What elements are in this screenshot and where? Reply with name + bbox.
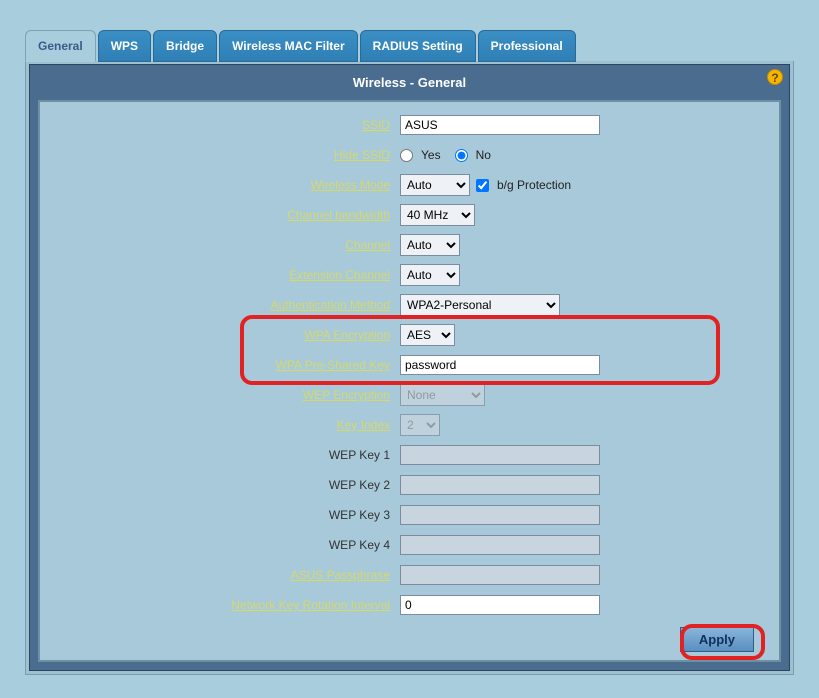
wep-encryption-select: None	[400, 384, 485, 406]
row-wpa-encryption: WPA Encryption AES	[50, 320, 769, 350]
row-hide-ssid: Hide SSID Yes No	[50, 140, 769, 170]
row-wep-key-1: WEP Key 1	[50, 440, 769, 470]
row-ssid: SSID	[50, 110, 769, 140]
auth-method-select[interactable]: WPA2-Personal	[400, 294, 560, 316]
extension-channel-select[interactable]: Auto	[400, 264, 460, 286]
label-wpa-psk: WPA Pre-Shared Key	[50, 358, 400, 372]
panel-inner: ? Wireless - General SSID Hide SSID Yes …	[29, 64, 790, 671]
label-hide-ssid: Hide SSID	[50, 148, 400, 162]
label-wireless-mode: Wireless Mode	[50, 178, 400, 192]
label-key-index: Key Index	[50, 418, 400, 432]
tab-mac-filter[interactable]: Wireless MAC Filter	[219, 30, 358, 62]
tab-general[interactable]: General	[25, 30, 96, 62]
bg-protection-checkbox[interactable]	[476, 179, 489, 192]
label-wep-key-4: WEP Key 4	[50, 538, 400, 552]
panel-title: Wireless - General	[30, 65, 789, 100]
label-wep-key-2: WEP Key 2	[50, 478, 400, 492]
row-wep-key-2: WEP Key 2	[50, 470, 769, 500]
hide-ssid-yes-label: Yes	[421, 148, 441, 162]
form-area: SSID Hide SSID Yes No Wireless Mode	[38, 100, 781, 662]
label-channel-bandwidth: Channel bandwidth	[50, 208, 400, 222]
hide-ssid-yes-radio[interactable]	[400, 149, 413, 162]
asus-passphrase-input	[400, 565, 600, 585]
label-ssid: SSID	[50, 118, 400, 132]
rotation-interval-input[interactable]	[400, 595, 600, 615]
help-icon[interactable]: ?	[767, 69, 783, 85]
ssid-input[interactable]	[400, 115, 600, 135]
channel-select[interactable]: Auto	[400, 234, 460, 256]
apply-button[interactable]: Apply	[680, 627, 754, 652]
tab-bridge[interactable]: Bridge	[153, 30, 217, 62]
hide-ssid-no-radio[interactable]	[455, 149, 468, 162]
label-wpa-encryption: WPA Encryption	[50, 328, 400, 342]
wireless-mode-select[interactable]: Auto	[400, 174, 470, 196]
row-channel-bandwidth: Channel bandwidth 40 MHz	[50, 200, 769, 230]
label-rotation-interval: Network Key Rotation Interval	[50, 598, 400, 612]
row-wep-key-4: WEP Key 4	[50, 530, 769, 560]
row-rotation-interval: Network Key Rotation Interval	[50, 590, 769, 620]
row-key-index: Key Index 2	[50, 410, 769, 440]
hide-ssid-no-label: No	[476, 148, 491, 162]
wep-key-3-input	[400, 505, 600, 525]
row-auth-method: Authentication Method WPA2-Personal	[50, 290, 769, 320]
row-wpa-psk: WPA Pre-Shared Key	[50, 350, 769, 380]
row-wireless-mode: Wireless Mode Auto b/g Protection	[50, 170, 769, 200]
row-extension-channel: Extension Channel Auto	[50, 260, 769, 290]
wep-key-2-input	[400, 475, 600, 495]
row-channel: Channel Auto	[50, 230, 769, 260]
tab-radius[interactable]: RADIUS Setting	[360, 30, 476, 62]
label-wep-encryption: WEP Encryption	[50, 388, 400, 402]
wep-key-4-input	[400, 535, 600, 555]
label-wep-key-3: WEP Key 3	[50, 508, 400, 522]
panel-outer: ? Wireless - General SSID Hide SSID Yes …	[25, 61, 794, 675]
row-asus-passphrase: ASUS Passphrase	[50, 560, 769, 590]
router-config-page: General WPS Bridge Wireless MAC Filter R…	[0, 0, 819, 698]
row-wep-key-3: WEP Key 3	[50, 500, 769, 530]
wpa-encryption-select[interactable]: AES	[400, 324, 455, 346]
bg-protection-label: b/g Protection	[497, 178, 571, 192]
label-channel: Channel	[50, 238, 400, 252]
tab-wps[interactable]: WPS	[98, 30, 151, 62]
tab-professional[interactable]: Professional	[478, 30, 576, 62]
tab-bar: General WPS Bridge Wireless MAC Filter R…	[25, 30, 794, 62]
wep-key-1-input	[400, 445, 600, 465]
key-index-select: 2	[400, 414, 440, 436]
channel-bandwidth-select[interactable]: 40 MHz	[400, 204, 475, 226]
row-wep-encryption: WEP Encryption None	[50, 380, 769, 410]
label-extension-channel: Extension Channel	[50, 268, 400, 282]
label-wep-key-1: WEP Key 1	[50, 448, 400, 462]
label-auth-method: Authentication Method	[50, 298, 400, 312]
wpa-psk-input[interactable]	[400, 355, 600, 375]
label-asus-passphrase: ASUS Passphrase	[50, 568, 400, 582]
